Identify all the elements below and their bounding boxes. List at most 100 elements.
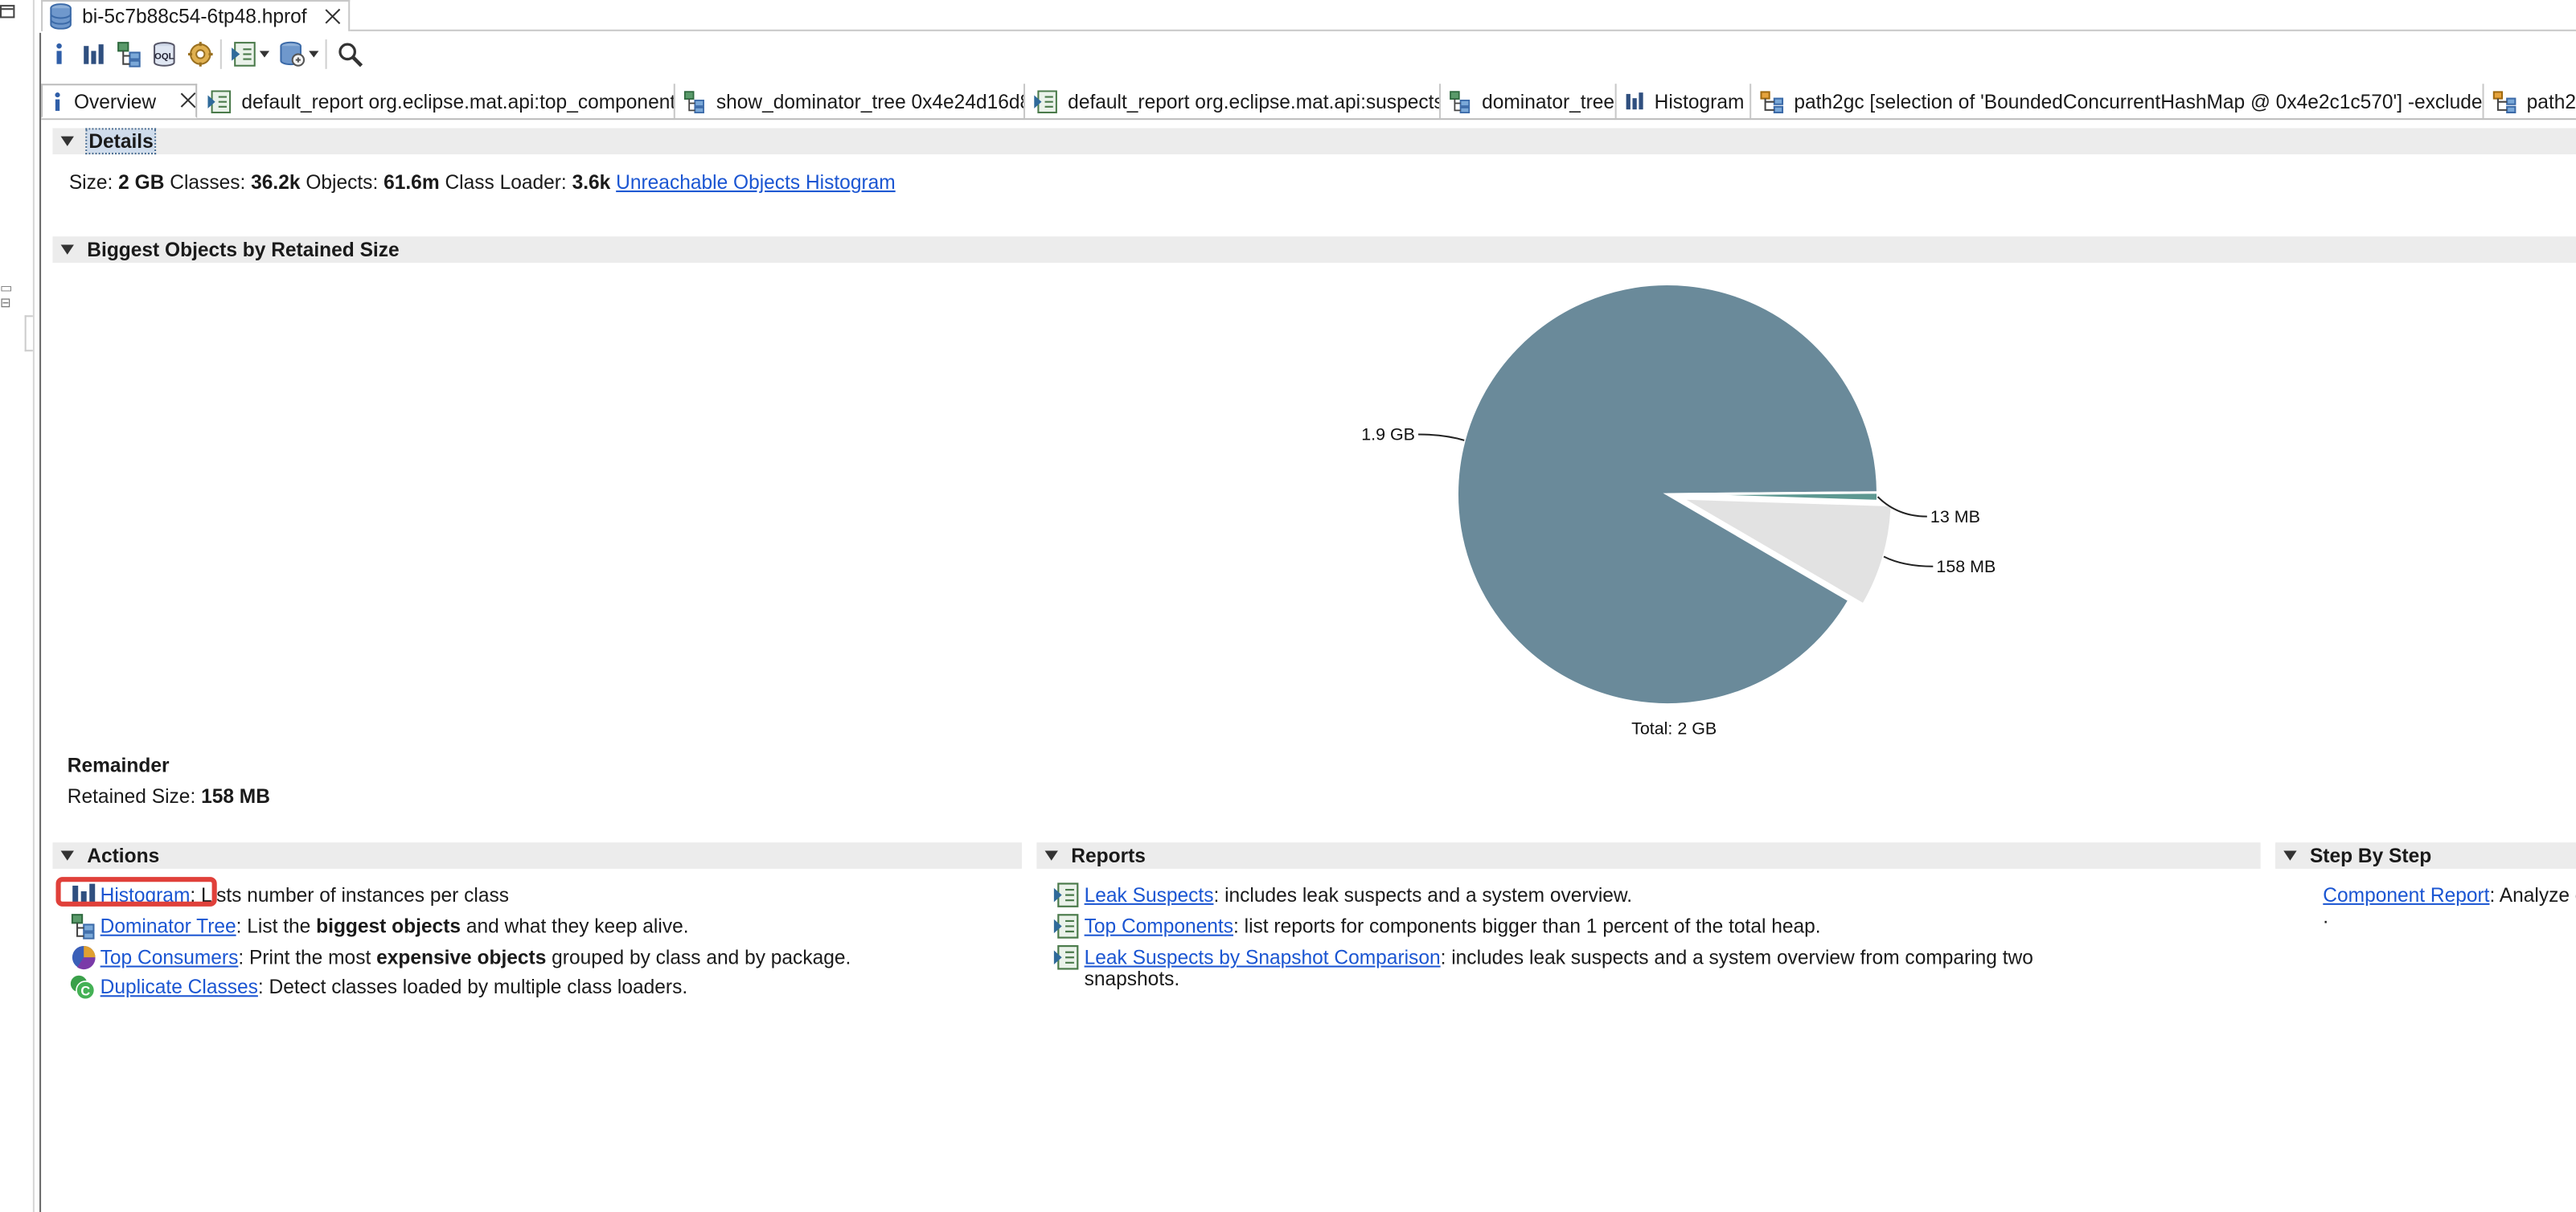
dominator-tree-desc: : List the: [236, 915, 317, 938]
biggest-objects-title: Biggest Objects by Retained Size: [87, 238, 400, 261]
info-icon: [56, 43, 62, 64]
tab-show-dominator-tree[interactable]: show_dominator_tree 0x4e24d16d8: [675, 84, 1026, 119]
pie-leader-line: [1883, 555, 1934, 567]
dominator-tree-icon: [71, 914, 95, 940]
histogram-icon: [84, 44, 104, 64]
search-button[interactable]: [335, 39, 365, 69]
tab-label: default_report org.eclipse.mat.api:top_c…: [241, 89, 675, 113]
top-consumers-link[interactable]: Top Consumers: [100, 946, 239, 969]
duplicate-classes-link[interactable]: Duplicate Classes: [100, 976, 258, 999]
dominator-tree-link[interactable]: Dominator Tree: [100, 915, 236, 938]
chevron-down-icon[interactable]: [259, 51, 270, 58]
toolbar-separator: [219, 39, 222, 69]
tab-label: path2gc [selection of 'BoundedConcurrent…: [1794, 89, 2484, 113]
action-top-consumers: Top Consumers: Print the most expensive …: [100, 946, 851, 969]
leak-suspects-link[interactable]: Leak Suspects: [1085, 883, 1214, 907]
heap-dump-icon: [50, 3, 72, 30]
editor-tab-hprof[interactable]: bi-5c7b88c54-6tp48.hprof: [41, 0, 351, 31]
reports-section-header[interactable]: Reports: [1036, 842, 2261, 869]
info-button[interactable]: [47, 39, 71, 69]
tab-dominator-tree[interactable]: dominator_tree: [1441, 84, 1617, 119]
component-report-desc: : Analyze c: [2489, 883, 2576, 907]
tab-label: dominator_tree: [1482, 89, 1615, 113]
tab-label: Histogram: [1654, 89, 1745, 113]
tab-histogram[interactable]: Histogram: [1617, 84, 1752, 119]
tab-top-components-report[interactable]: default_report org.eclipse.mat.api:top_c…: [199, 84, 675, 119]
pie-label-remainder: 158 MB: [1936, 557, 1996, 576]
actions-title: Actions: [87, 844, 160, 867]
restore-window-icon[interactable]: [0, 5, 15, 18]
svg-text:C: C: [80, 984, 90, 998]
dominator-tree-desc-end: and what they keep alive.: [461, 915, 689, 938]
details-section-header[interactable]: Details: [52, 128, 2576, 155]
oql-icon: OQL: [154, 42, 175, 67]
top-consumers-desc-end: grouped by class and by package.: [546, 945, 851, 969]
oql-button[interactable]: OQL: [150, 39, 179, 69]
classes-label: Classes:: [170, 170, 246, 194]
path-to-gc-icon: [1760, 90, 1784, 113]
heap-dump-details-button[interactable]: [186, 39, 215, 69]
collapse-triangle-icon[interactable]: [2283, 850, 2297, 861]
report-leak-suspects: Leak Suspects: includes leak suspects an…: [1085, 883, 1632, 907]
unreachable-objects-histogram-link[interactable]: Unreachable Objects Histogram: [616, 171, 896, 194]
dominator-tree-button[interactable]: [115, 39, 145, 69]
step-by-step-section-header[interactable]: Step By Step: [2275, 842, 2576, 869]
tab-suspects-report[interactable]: default_report org.eclipse.mat.api:suspe…: [1025, 84, 1442, 119]
remainder-retained-size: Retained Size: 158 MB: [68, 785, 270, 809]
class-loader-label: Class Loader:: [445, 170, 567, 194]
retained-size-label: Retained Size:: [67, 784, 196, 809]
step-component-report: Component Report: Analyze c: [2323, 883, 2576, 907]
component-report-desc-line2: .: [2323, 904, 2329, 928]
pie-label-main: 1.9 GB: [1361, 425, 1415, 444]
remainder-title: Remainder: [67, 753, 170, 777]
oql-label: OQL: [154, 52, 174, 62]
chevron-down-icon[interactable]: [309, 51, 319, 58]
biggest-objects-section-header[interactable]: Biggest Objects by Retained Size: [52, 236, 2576, 263]
report-top-components: Top Components: list reports for compone…: [1085, 915, 1821, 938]
info-icon: [55, 92, 60, 110]
report-icon: [1053, 914, 1079, 939]
tab-path2gc[interactable]: path2gc [selection of 'BoundedConcurrent…: [1751, 84, 2484, 119]
class-loader-value: 3.6k: [572, 170, 611, 194]
collapse-triangle-icon[interactable]: [60, 136, 74, 146]
tab-label: Overview: [73, 89, 157, 113]
query-browser-button[interactable]: [277, 39, 320, 69]
pie-total-label: Total: 2 GB: [1631, 719, 1717, 738]
run-report-button[interactable]: [228, 39, 271, 69]
step-by-step-title: Step By Step: [2309, 844, 2432, 867]
collapse-triangle-icon[interactable]: [1044, 850, 1058, 861]
tab-label: default_report org.eclipse.mat.api:suspe…: [1068, 89, 1442, 113]
component-report-link[interactable]: Component Report: [2323, 883, 2489, 907]
dominator-tree-icon: [1450, 90, 1471, 113]
leak-suspects-desc: : includes leak suspects and a system ov…: [1213, 883, 1633, 907]
left-panel-strip: ▭ ⊟: [0, 0, 35, 1212]
actions-section-header[interactable]: Actions: [52, 842, 1022, 869]
heap-dump-details-icon: [187, 42, 213, 67]
report-icon: [1053, 945, 1079, 970]
details-summary: Size: 2 GB Classes: 36.2k Objects: 61.6m…: [69, 171, 896, 194]
minimize-maximize-icons[interactable]: ▭ ⊟: [0, 280, 33, 310]
size-label: Size:: [68, 170, 113, 194]
tab-path2gc-2[interactable]: path2g: [2484, 84, 2576, 118]
editor-tab-title: bi-5c7b88c54-6tp48.hprof: [82, 5, 307, 28]
details-title: Details: [85, 128, 157, 155]
close-icon[interactable]: [324, 6, 344, 27]
top-components-link[interactable]: Top Components: [1085, 915, 1233, 938]
tab-overview[interactable]: Overview: [41, 84, 198, 119]
editor-border: [39, 32, 42, 1212]
collapse-triangle-icon[interactable]: [60, 850, 74, 861]
snapshot-comparison-link[interactable]: Leak Suspects by Snapshot Comparison: [1085, 946, 1441, 969]
tab-label: show_dominator_tree 0x4e24d16d8: [716, 89, 1026, 113]
close-icon[interactable]: [179, 89, 195, 109]
toolbar-separator: [325, 39, 327, 69]
tab-label: path2g: [2526, 89, 2576, 113]
tab-strip-line: [350, 29, 2576, 31]
collapse-triangle-icon[interactable]: [60, 244, 74, 255]
snapshot-comparison-desc-line2: snapshots.: [1084, 967, 1180, 991]
top-consumers-desc: : Print the most: [238, 945, 377, 969]
collapsed-panel-handle[interactable]: [24, 315, 33, 352]
result-tabs-bar: Overview default_report org.eclipse.mat.…: [41, 84, 2576, 121]
duplicate-classes-icon: C: [70, 975, 96, 1001]
histogram-desc: : Lists number of instances per class: [190, 883, 509, 907]
histogram-button[interactable]: [80, 39, 107, 69]
